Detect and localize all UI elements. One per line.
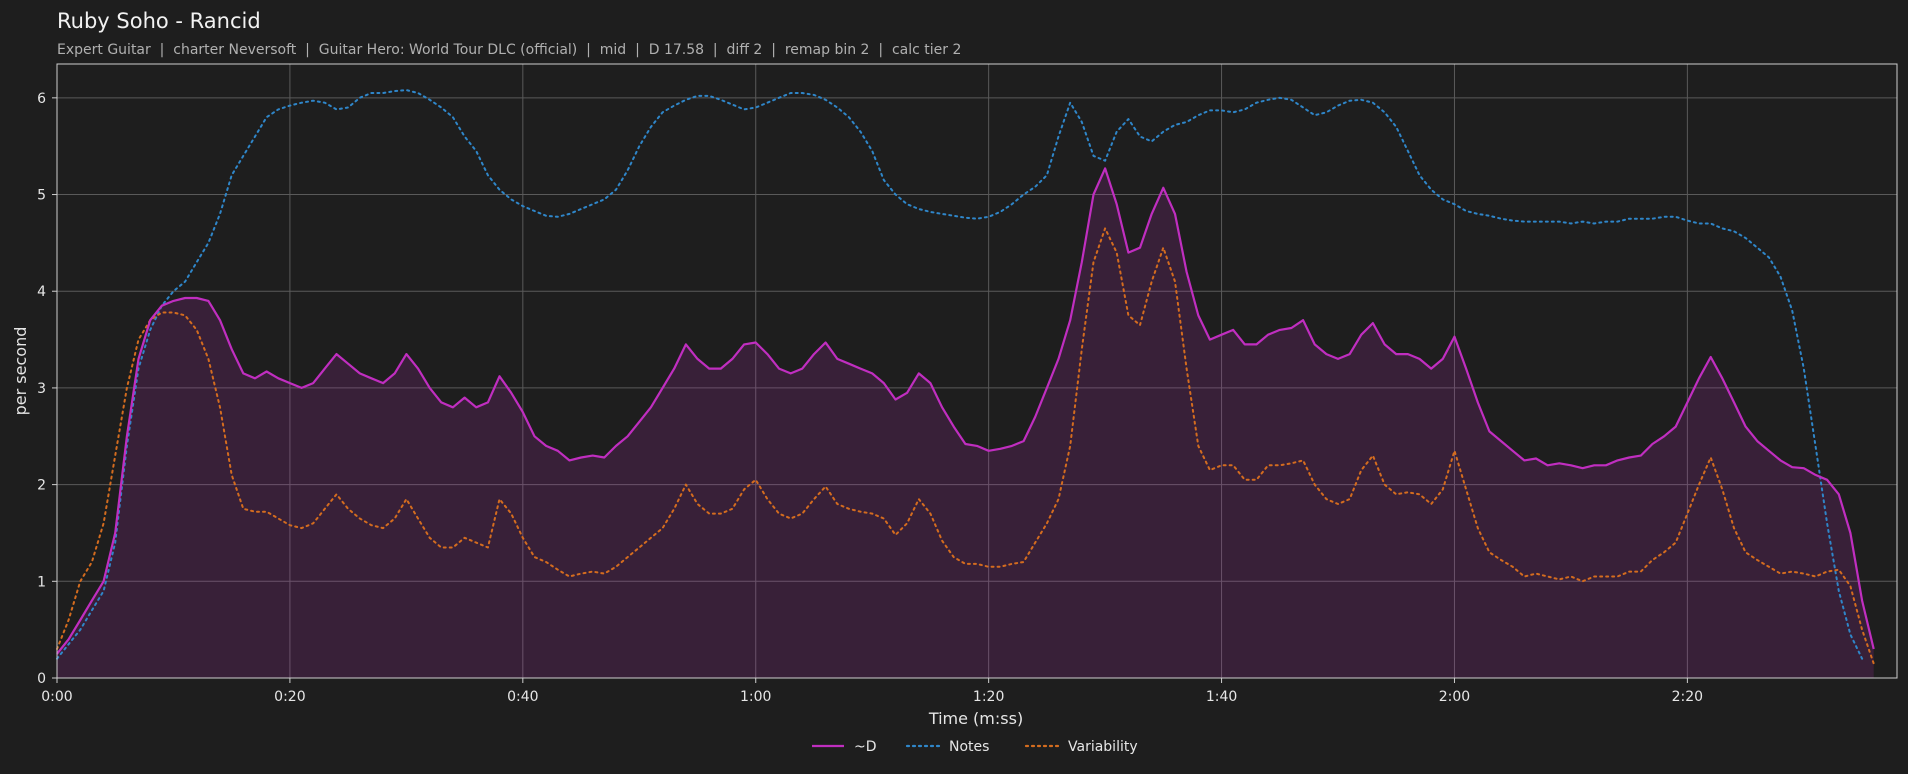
x-axis-label: Time (m:ss): [928, 709, 1023, 728]
chart-title: Ruby Soho - Rancid: [57, 9, 261, 33]
x-tick-label: 0:00: [41, 689, 72, 705]
legend-label: Notes: [949, 739, 989, 755]
y-tick-label: 4: [37, 284, 46, 300]
y-tick-label: 2: [37, 478, 46, 494]
x-tick-label: 0:40: [507, 689, 538, 705]
y-tick-label: 1: [37, 574, 46, 590]
legend: ~D Notes Variability: [812, 739, 1138, 755]
y-tick-label: 0: [37, 671, 46, 687]
y-axis-label: per second: [11, 327, 30, 416]
legend-label: ~D: [854, 739, 877, 755]
chart-subtitle: Expert Guitar | charter Neversoft | Guit…: [57, 42, 961, 58]
chart: Ruby Soho - Rancid Expert Guitar | chart…: [0, 0, 1908, 774]
x-tick-label: 0:20: [274, 689, 305, 705]
legend-label: Variability: [1068, 739, 1138, 755]
y-tick-label: 5: [37, 188, 46, 204]
x-tick-label: 1:40: [1206, 689, 1237, 705]
y-tick-label: 3: [37, 381, 46, 397]
x-tick-label: 1:00: [740, 689, 771, 705]
x-tick-label: 2:00: [1439, 689, 1470, 705]
x-tick-label: 1:20: [973, 689, 1004, 705]
y-tick-label: 6: [37, 91, 46, 107]
x-tick-label: 2:20: [1672, 689, 1703, 705]
